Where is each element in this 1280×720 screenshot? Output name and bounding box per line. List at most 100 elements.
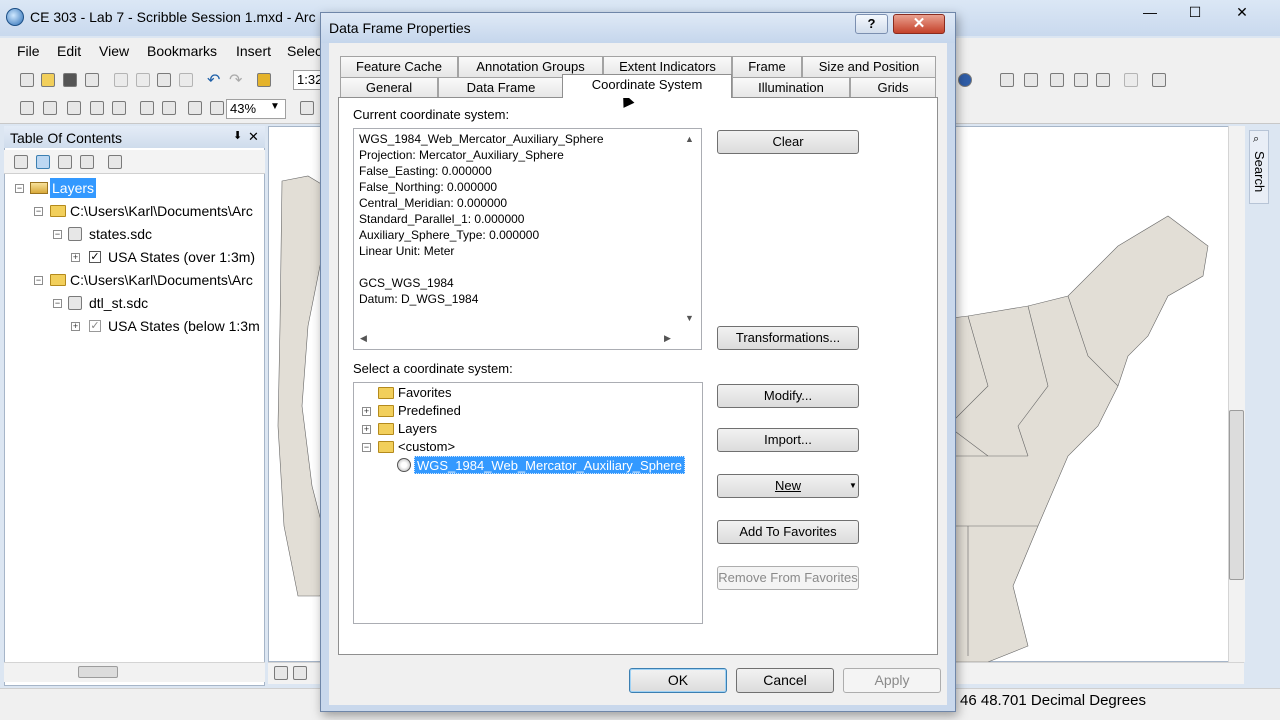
toc-pin-icon[interactable]: ⬇	[233, 129, 242, 142]
menu-insert[interactable]: Insert	[236, 43, 271, 59]
find-route-icon[interactable]	[1050, 73, 1064, 87]
modify-button[interactable]: Modify...	[717, 384, 859, 408]
expand-layers-icon[interactable]: +	[362, 425, 371, 434]
remove-from-favorites-button[interactable]: Remove From Favorites	[717, 566, 859, 590]
map-vscroll-thumb[interactable]	[1229, 410, 1244, 580]
python-window-icon[interactable]	[1152, 73, 1166, 87]
add-data-icon[interactable]	[257, 73, 271, 87]
tree-item-predefined[interactable]: Predefined	[398, 402, 461, 420]
zoom-in-icon[interactable]	[20, 101, 34, 115]
previous-extent-icon[interactable]	[140, 101, 154, 115]
zoom-dropdown-arrow-icon[interactable]: ▼	[270, 101, 280, 112]
collapse-custom-icon[interactable]: −	[362, 443, 371, 452]
map-vertical-scrollbar[interactable]	[1228, 126, 1245, 662]
toc-item-usa-states-over[interactable]: USA States (over 1:3m)	[108, 247, 262, 267]
data-view-icon[interactable]	[274, 666, 288, 680]
menu-edit[interactable]: Edit	[57, 43, 81, 59]
tab-coordinate-system[interactable]: Coordinate System	[562, 74, 732, 98]
scroll-left-arrow-icon[interactable]: ◀	[360, 333, 367, 344]
tab-feature-cache[interactable]: Feature Cache	[340, 56, 458, 77]
globe-tool-icon[interactable]	[958, 73, 972, 87]
minimize-button[interactable]: —	[1130, 2, 1170, 24]
tab-grids[interactable]: Grids	[850, 77, 936, 98]
layer2-visibility-checkbox[interactable]: ✓	[89, 320, 101, 332]
clear-selection-icon[interactable]	[210, 101, 224, 115]
new-dropdown-arrow-icon[interactable]: ▼	[849, 481, 857, 490]
layout-tool-icon[interactable]	[300, 101, 314, 115]
tab-size-and-position[interactable]: Size and Position	[802, 56, 936, 77]
pan-icon[interactable]	[67, 101, 81, 115]
undo-icon[interactable]: ↶	[207, 70, 220, 90]
toc-options-icon[interactable]	[108, 155, 122, 169]
next-extent-icon[interactable]	[162, 101, 176, 115]
transformations-button[interactable]: Transformations...	[717, 326, 859, 350]
list-by-source-icon[interactable]	[36, 155, 50, 169]
scroll-down-arrow-icon[interactable]: ▼	[685, 313, 694, 323]
ok-button[interactable]: OK	[629, 668, 727, 693]
tab-data-frame[interactable]: Data Frame	[438, 77, 564, 98]
menu-file[interactable]: File	[17, 43, 40, 59]
select-features-icon[interactable]	[188, 101, 202, 115]
binoculars-icon[interactable]	[1024, 73, 1038, 87]
toc-item-folder-2[interactable]: C:\Users\Karl\Documents\Arc	[70, 270, 262, 290]
collapse-states-icon[interactable]: −	[53, 230, 62, 239]
menu-view[interactable]: View	[99, 43, 129, 59]
toc-close-icon[interactable]: ✕	[248, 129, 259, 145]
map-scale-combo[interactable]: 1:32	[293, 70, 323, 90]
list-by-drawing-order-icon[interactable]	[14, 155, 28, 169]
apply-button[interactable]: Apply	[843, 668, 941, 693]
add-to-favorites-button[interactable]: Add To Favorites	[717, 520, 859, 544]
toc-item-usa-states-below[interactable]: USA States (below 1:3m	[108, 316, 262, 336]
redo-icon[interactable]: ↷	[229, 70, 242, 90]
tree-item-web-mercator[interactable]: WGS_1984_Web_Mercator_Auxiliary_Sphere	[414, 456, 685, 474]
collapse-dtl-icon[interactable]: −	[53, 299, 62, 308]
cancel-button[interactable]: Cancel	[736, 668, 834, 693]
fixed-zoom-icon[interactable]	[112, 101, 126, 115]
new-document-icon[interactable]	[20, 73, 34, 87]
tree-item-favorites[interactable]: Favorites	[398, 384, 451, 402]
expand-predefined-icon[interactable]: +	[362, 407, 371, 416]
html-popup-icon[interactable]	[1124, 73, 1138, 87]
collapse-layers-icon[interactable]: −	[15, 184, 24, 193]
zoom-out-icon[interactable]	[43, 101, 57, 115]
tab-general[interactable]: General	[340, 77, 438, 98]
layout-view-icon[interactable]	[293, 666, 307, 680]
main-close-button[interactable]: ✕	[1222, 2, 1262, 24]
delete-icon[interactable]	[179, 73, 193, 87]
open-icon[interactable]	[41, 73, 55, 87]
editor-icon[interactable]	[1000, 73, 1014, 87]
toc-item-states-sdc[interactable]: states.sdc	[89, 224, 152, 244]
scroll-right-arrow-icon[interactable]: ▶	[664, 333, 671, 344]
collapse-folder2-icon[interactable]: −	[34, 276, 43, 285]
tab-illumination[interactable]: Illumination	[732, 77, 850, 98]
expand-layer1-icon[interactable]: +	[71, 253, 80, 262]
save-icon[interactable]	[63, 73, 77, 87]
cut-icon[interactable]	[114, 73, 128, 87]
tab-frame[interactable]: Frame	[732, 56, 802, 77]
toc-item-folder-1[interactable]: C:\Users\Karl\Documents\Arc	[70, 201, 262, 221]
expand-layer2-icon[interactable]: +	[71, 322, 80, 331]
tree-item-layers[interactable]: Layers	[398, 420, 437, 438]
scroll-up-arrow-icon[interactable]: ▲	[685, 134, 694, 144]
time-slider-icon[interactable]	[1074, 73, 1088, 87]
dialog-close-button[interactable]: ✕	[893, 14, 945, 34]
import-button[interactable]: Import...	[717, 428, 859, 452]
layer1-visibility-checkbox[interactable]: ✓	[89, 251, 101, 263]
toc-horizontal-scrollbar[interactable]	[4, 662, 265, 682]
toc-scroll-thumb[interactable]	[78, 666, 118, 678]
paste-icon[interactable]	[157, 73, 171, 87]
dialog-help-button[interactable]: ?	[855, 14, 888, 34]
full-extent-icon[interactable]	[90, 101, 104, 115]
collapse-folder1-icon[interactable]: −	[34, 207, 43, 216]
new-dropdown-button[interactable]: New	[717, 474, 859, 498]
list-by-selection-icon[interactable]	[80, 155, 94, 169]
maximize-button[interactable]: ☐	[1175, 2, 1215, 24]
xy-tool-icon[interactable]	[1096, 73, 1110, 87]
toc-item-layers[interactable]: Layers	[50, 178, 97, 198]
list-by-visibility-icon[interactable]	[58, 155, 72, 169]
clear-button[interactable]: Clear	[717, 130, 859, 154]
print-icon[interactable]	[85, 73, 99, 87]
menu-bookmarks[interactable]: Bookmarks	[147, 43, 217, 59]
toc-item-dtl-st-sdc[interactable]: dtl_st.sdc	[89, 293, 148, 313]
menu-selection[interactable]: Selec	[287, 43, 320, 59]
